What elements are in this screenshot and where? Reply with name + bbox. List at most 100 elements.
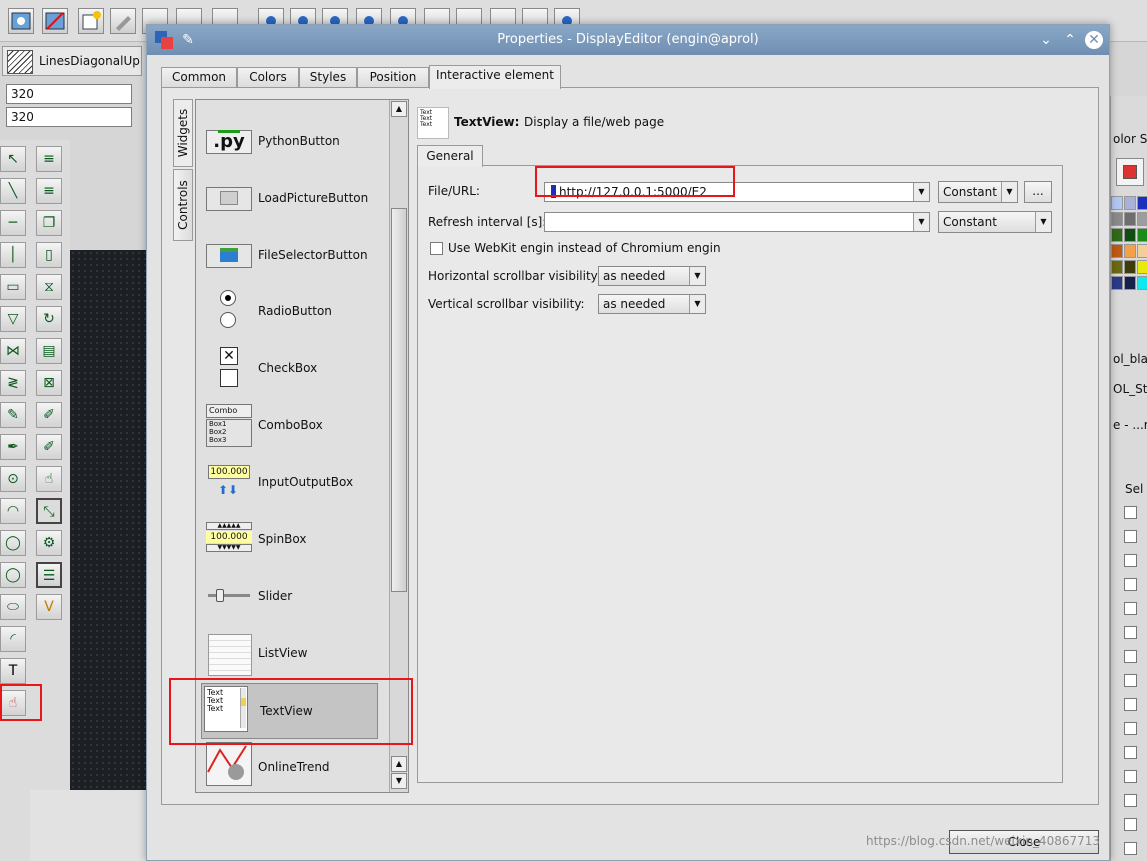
chevron-down-icon[interactable]: ▼	[689, 267, 705, 285]
bowtie-tool-icon[interactable]: ⋈	[0, 338, 26, 364]
list-item-selected[interactable]: Text Text Text TextView	[196, 683, 388, 746]
circle3-tool-icon[interactable]: ◯	[0, 562, 26, 588]
chevron-down-icon[interactable]: ▼	[1001, 182, 1017, 202]
ellipse-tool-icon[interactable]: ⬭	[0, 594, 26, 620]
list-down-tool-icon[interactable]: ≡	[36, 178, 62, 204]
chevron-down-icon[interactable]: ▼	[913, 213, 929, 231]
mirror-tool-icon[interactable]: ⧖	[36, 274, 62, 300]
color-cell[interactable]	[1111, 260, 1123, 274]
color-cell[interactable]	[1124, 228, 1136, 242]
color-cell[interactable]	[1124, 276, 1136, 290]
symbol-tool-icon[interactable]: ⊠	[36, 370, 62, 396]
list-item[interactable]: ✕ CheckBox	[196, 347, 388, 403]
list-item[interactable]: Combo Box1 Box2 Box3 ComboBox	[196, 404, 388, 460]
vscroll-select[interactable]: as needed ▼	[598, 294, 706, 314]
tab-general[interactable]: General	[417, 145, 483, 167]
circle2-tool-icon[interactable]: ◯	[0, 530, 26, 556]
sel-checkbox[interactable]	[1124, 602, 1137, 615]
widget-list-scrollbar[interactable]: ▲ ▲ ▼	[389, 100, 408, 792]
color-cell[interactable]	[1137, 228, 1147, 242]
pointer-tool-icon[interactable]: ↖	[0, 146, 26, 172]
list-item[interactable]: 100.000 ⬆⬇ InputOutputBox	[196, 461, 388, 517]
sel-checkbox[interactable]	[1124, 818, 1137, 831]
coord-y-input[interactable]: 320	[6, 107, 132, 127]
color-cell[interactable]	[1137, 260, 1147, 274]
hand-tool-icon[interactable]: ☝	[36, 466, 62, 492]
new-element-icon[interactable]	[78, 8, 104, 34]
scrollbar-thumb[interactable]	[391, 208, 407, 592]
vtab-controls[interactable]: Controls	[173, 169, 193, 241]
color-picker-button[interactable]	[1116, 158, 1144, 186]
list-item[interactable]: LoadPictureButton	[196, 183, 388, 239]
list-item[interactable]: ▲▲▲▲▲ 100.000 ▼▼▼▼▼ SpinBox	[196, 518, 388, 574]
drawing-canvas[interactable]	[70, 250, 148, 790]
brush2-tool-icon[interactable]: ✐	[36, 434, 62, 460]
sel-checkbox[interactable]	[1124, 770, 1137, 783]
arc-tool-icon[interactable]: ◠	[0, 498, 26, 524]
chevron-down-icon[interactable]: ▼	[1035, 212, 1051, 232]
color-cell[interactable]	[1137, 212, 1147, 226]
file-url-mode-select[interactable]: Constant ▼	[938, 181, 1018, 203]
browse-button[interactable]: ...	[1024, 181, 1052, 203]
brush-tool-icon[interactable]: ✐	[36, 402, 62, 428]
sel-checkbox[interactable]	[1124, 722, 1137, 735]
edit-icon[interactable]	[110, 8, 136, 34]
sel-checkbox[interactable]	[1124, 626, 1137, 639]
tab-common[interactable]: Common	[161, 67, 237, 87]
interactive-element-tool-icon[interactable]: ☝	[0, 690, 26, 716]
color-cell[interactable]	[1137, 196, 1147, 210]
sel-checkbox[interactable]	[1124, 530, 1137, 543]
rectangle-tool-icon[interactable]: ▭	[0, 274, 26, 300]
vtab-widgets[interactable]: Widgets	[173, 99, 193, 167]
list-item[interactable]: Slider	[196, 575, 388, 631]
pen2-tool-icon[interactable]: ✒	[0, 434, 26, 460]
close-icon[interactable]: ✕	[1085, 31, 1103, 49]
tab-colors[interactable]: Colors	[237, 67, 299, 87]
text-block-tool-icon[interactable]: ☰	[36, 562, 62, 588]
scroll-down-icon[interactable]: ▼	[391, 773, 407, 789]
line-tool-icon[interactable]: ╲	[0, 178, 26, 204]
sel-checkbox[interactable]	[1124, 506, 1137, 519]
color-cell[interactable]	[1137, 244, 1147, 258]
zigzag-tool-icon[interactable]: ≷	[0, 370, 26, 396]
color-cell[interactable]	[1111, 212, 1123, 226]
sel-checkbox[interactable]	[1124, 698, 1137, 711]
text-tool-icon[interactable]: T	[0, 658, 26, 684]
resize-tool-icon[interactable]: ⤡	[36, 498, 62, 524]
palette-item-2[interactable]: OL_Sta	[1113, 382, 1147, 396]
pen-tool-icon[interactable]: ✎	[0, 402, 26, 428]
dialog-titlebar[interactable]: ✎ Properties - DisplayEditor (engin@apro…	[147, 25, 1109, 55]
scroll-up-icon[interactable]: ▲	[391, 756, 407, 772]
tab-interactive-element[interactable]: Interactive element	[429, 65, 561, 89]
sel-checkbox[interactable]	[1124, 554, 1137, 567]
tank-tool-icon[interactable]: ▯	[36, 242, 62, 268]
webkit-checkbox[interactable]	[430, 242, 443, 255]
tab-position[interactable]: Position	[357, 67, 429, 87]
color-cell[interactable]	[1124, 212, 1136, 226]
hline-tool-icon[interactable]: ─	[0, 210, 26, 236]
v-tool-icon[interactable]: V	[36, 594, 62, 620]
color-cell[interactable]	[1111, 228, 1123, 242]
list-item[interactable]: RadioButton	[196, 290, 388, 346]
file-url-field[interactable]: http://127.0.0.1:5000/E2 ▼	[544, 182, 930, 202]
color-cell[interactable]	[1111, 276, 1123, 290]
color-cell[interactable]	[1124, 244, 1136, 258]
scroll-up-icon[interactable]: ▲	[391, 101, 407, 117]
gear-tool-icon[interactable]: ⚙	[36, 530, 62, 556]
coord-x-input[interactable]: 320	[6, 84, 132, 104]
rotate-tool-icon[interactable]: ↻	[36, 306, 62, 332]
copy-tool-icon[interactable]: ❐	[36, 210, 62, 236]
chevron-down-icon[interactable]: ▼	[689, 295, 705, 313]
list-item[interactable]: OnlineTrend	[196, 742, 388, 792]
fill-pattern-selector[interactable]: LinesDiagonalUp	[2, 46, 142, 76]
maximize-icon[interactable]: ⌃	[1061, 31, 1079, 49]
sel-checkbox[interactable]	[1124, 650, 1137, 663]
color-cell[interactable]	[1137, 276, 1147, 290]
list-item[interactable]: ListView	[196, 632, 388, 688]
list-item[interactable]: FileSelectorButton	[196, 240, 388, 296]
list-item[interactable]: .py PythonButton	[196, 126, 388, 182]
list-tool-icon[interactable]: ≡	[36, 146, 62, 172]
sel-checkbox[interactable]	[1124, 746, 1137, 759]
valve-tool-icon[interactable]: ▽	[0, 306, 26, 332]
color-cell[interactable]	[1124, 196, 1136, 210]
